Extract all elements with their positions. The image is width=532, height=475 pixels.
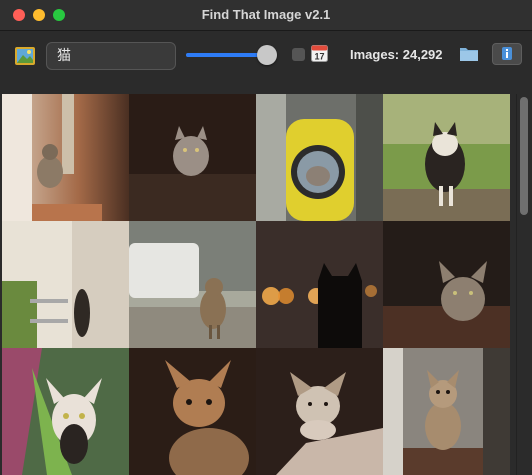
- info-button[interactable]: [492, 43, 522, 65]
- thumbnail-cat-walking-street[interactable]: [129, 221, 256, 348]
- calendar-icon[interactable]: 17: [311, 44, 328, 62]
- thumbnail-kitten-paws-on-arm[interactable]: [256, 348, 383, 475]
- thumbnail-cat-walking-grass[interactable]: [383, 94, 510, 221]
- window-title: Find That Image v2.1: [201, 7, 331, 22]
- thumbnail-cat-dark-room[interactable]: [129, 94, 256, 221]
- thumbnail-cat-on-ledge[interactable]: [383, 221, 510, 348]
- folder-icon[interactable]: [459, 45, 479, 63]
- toolbar: 猫 17 Images: 24,292: [0, 31, 532, 93]
- thumbnail-cat-in-backpack[interactable]: [256, 94, 383, 221]
- scroll-thumb[interactable]: [520, 97, 528, 215]
- search-input[interactable]: 猫: [46, 42, 176, 70]
- images-count: Images: 24,292: [350, 47, 443, 62]
- thumbnail-cat-peeking-wall[interactable]: [2, 221, 129, 348]
- image-grid: [2, 94, 512, 475]
- date-filter-checkbox[interactable]: [292, 48, 305, 61]
- info-icon: [502, 47, 512, 60]
- vertical-scrollbar[interactable]: [516, 94, 531, 475]
- title-bar: Find That Image v2.1: [0, 0, 532, 31]
- thumbnail-cat-sphynx-plant[interactable]: [2, 348, 129, 475]
- app-window: Find That Image v2.1 猫 17 Images: 24,292: [0, 0, 532, 475]
- thumbnail-cat-orange-looking-up[interactable]: [129, 348, 256, 475]
- slider-knob[interactable]: [257, 45, 277, 65]
- picture-icon[interactable]: [15, 47, 35, 65]
- thumbnail-cat-silhouette-bokeh[interactable]: [256, 221, 383, 348]
- thumbnail-size-slider[interactable]: [186, 45, 277, 65]
- thumbnail-kitten-looking-up[interactable]: [383, 348, 510, 475]
- svg-text:17: 17: [314, 52, 324, 62]
- thumbnail-cat-on-stairs[interactable]: [2, 94, 129, 221]
- slider-fill: [186, 53, 267, 57]
